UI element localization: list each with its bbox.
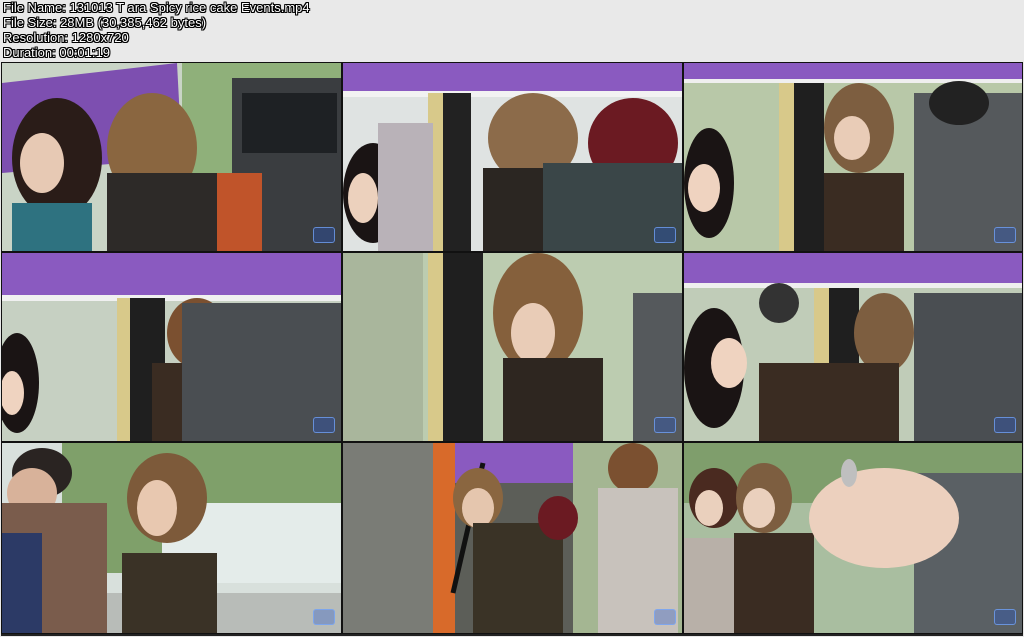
file-name-line: File Name: 131013 T ara Spicy rice cake … (3, 0, 310, 15)
resolution-line: Resolution: 1280x720 (3, 30, 129, 45)
thumbnail-2 (342, 62, 683, 252)
watermark-icon (654, 609, 676, 625)
thumbnail-8 (342, 442, 683, 634)
watermark-icon (313, 417, 335, 433)
file-size-line: File Size: 28MB (30,385,462 bytes) (3, 15, 207, 30)
thumbnail-3 (683, 62, 1023, 252)
thumbnail-6 (683, 252, 1023, 442)
thumbnail-grid (1, 62, 1023, 636)
watermark-icon (654, 417, 676, 433)
duration-line: Duration: 00:01:19 (3, 45, 110, 60)
thumbnail-5 (342, 252, 683, 442)
thumbnail-7 (1, 442, 342, 634)
watermark-icon (654, 227, 676, 243)
watermark-icon (313, 609, 335, 625)
thumbnail-4 (1, 252, 342, 442)
thumbnail-9 (683, 442, 1023, 634)
watermark-icon (994, 609, 1016, 625)
watermark-icon (994, 417, 1016, 433)
watermark-icon (994, 227, 1016, 243)
file-info-header: File Name: 131013 T ara Spicy rice cake … (3, 0, 310, 60)
thumbnail-1 (1, 62, 342, 252)
watermark-icon (313, 227, 335, 243)
